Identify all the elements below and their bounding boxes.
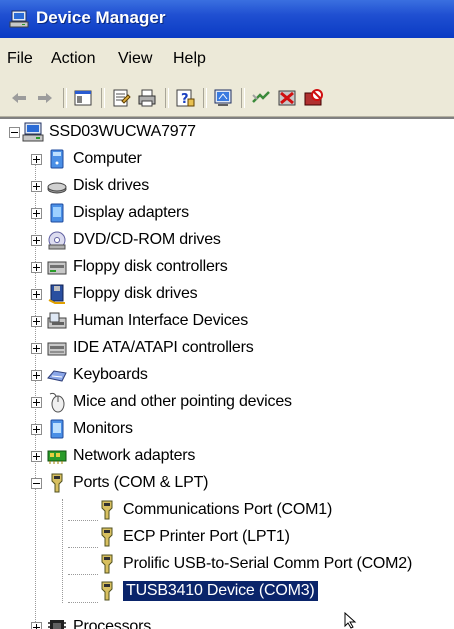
tree-item-label: Keyboards xyxy=(73,366,148,383)
tree-item-port[interactable]: ECP Printer Port (LPT1) xyxy=(96,524,290,550)
tree-item-label: Display adapters xyxy=(73,204,189,221)
network-adapter-icon xyxy=(47,450,67,464)
tree-item-category[interactable]: Ports (COM & LPT) xyxy=(46,470,208,496)
tree-item-port[interactable]: Communications Port (COM1) xyxy=(96,497,332,523)
tree-root[interactable]: SSD03WUCWA7977 xyxy=(22,119,196,145)
tree-item-label: Communications Port (COM1) xyxy=(123,501,333,518)
tree-item-category[interactable]: Floppy disk controllers xyxy=(46,254,228,280)
tree-item-category[interactable]: Mice and other pointing devices xyxy=(46,389,292,415)
tree-item-label: Processors xyxy=(73,618,152,629)
tree-item-label: Monitors xyxy=(73,420,133,437)
port-icon xyxy=(101,554,113,574)
tree-item-category[interactable]: Display adapters xyxy=(46,200,189,226)
monitor-icon xyxy=(50,419,64,439)
expand-category-toggle[interactable] xyxy=(31,316,42,327)
floppy-controller-icon xyxy=(47,261,67,275)
disable-icon[interactable] xyxy=(302,87,324,109)
device-manager-icon xyxy=(9,10,29,28)
title-bar[interactable]: Device Manager xyxy=(0,0,454,38)
ide-controller-icon xyxy=(47,342,67,356)
display-adapter-icon xyxy=(50,203,64,223)
tree-item-label: Mice and other pointing devices xyxy=(73,393,292,410)
collapse-root-toggle[interactable] xyxy=(9,127,20,138)
expand-category-toggle[interactable] xyxy=(31,397,42,408)
mouse-cursor-icon xyxy=(344,612,357,629)
tree-root-label: SSD03WUCWA7977 xyxy=(49,123,196,140)
hid-icon xyxy=(47,312,67,329)
expand-category-toggle[interactable] xyxy=(31,289,42,300)
computer-root-icon xyxy=(22,122,44,142)
console-tree-icon[interactable] xyxy=(72,87,94,109)
svg-text:?: ? xyxy=(181,92,189,107)
properties-icon[interactable] xyxy=(110,87,132,109)
tree-item-label: DVD/CD-ROM drives xyxy=(73,231,221,248)
menu-view[interactable]: View xyxy=(118,50,152,68)
tree-item-processors[interactable]: Processors xyxy=(46,614,151,629)
device-tree[interactable]: SSD03WUCWA7977 Computer Disk drives Displa… xyxy=(0,117,454,629)
expand-processors-toggle[interactable] xyxy=(31,622,42,629)
tree-item-label: TUSB3410 Device (COM3) xyxy=(122,580,319,602)
dvd-drive-icon xyxy=(48,231,66,250)
uninstall-icon[interactable] xyxy=(276,87,298,109)
menu-file[interactable]: File xyxy=(7,50,33,68)
tree-item-label: ECP Printer Port (LPT1) xyxy=(123,528,290,545)
port-icon xyxy=(101,581,113,601)
tree-item-category[interactable]: Floppy disk drives xyxy=(46,281,198,307)
tree-item-category[interactable]: Computer xyxy=(46,146,142,172)
tree-item-label: Floppy disk controllers xyxy=(73,258,228,275)
tree-item-label: Human Interface Devices xyxy=(73,312,249,329)
expand-category-toggle[interactable] xyxy=(31,424,42,435)
port-icon xyxy=(101,527,113,547)
scan-hardware-icon[interactable] xyxy=(212,87,234,109)
port-icon xyxy=(51,473,63,493)
port-icon xyxy=(101,500,113,520)
tree-item-label: Prolific USB-to-Serial Comm Port (COM2) xyxy=(123,555,413,572)
help-icon[interactable]: ? xyxy=(174,87,196,109)
tree-item-label: Ports (COM & LPT) xyxy=(73,474,209,491)
tree-item-label: IDE ATA/ATAPI controllers xyxy=(73,339,254,356)
window-title: Device Manager xyxy=(36,8,166,27)
tree-item-category[interactable]: Keyboards xyxy=(46,362,148,388)
tree-item-label: Floppy disk drives xyxy=(73,285,198,302)
tree-item-category[interactable]: IDE ATA/ATAPI controllers xyxy=(46,335,254,361)
keyboard-icon xyxy=(47,370,67,382)
tree-item-category[interactable]: Monitors xyxy=(46,416,133,442)
tree-item-port[interactable]: Prolific USB-to-Serial Comm Port (COM2) xyxy=(96,551,412,577)
processor-icon xyxy=(48,620,66,629)
tree-item-category[interactable]: DVD/CD-ROM drives xyxy=(46,227,221,253)
update-driver-icon[interactable] xyxy=(250,87,272,109)
menu-help[interactable]: Help xyxy=(173,50,206,68)
expand-category-toggle[interactable] xyxy=(31,451,42,462)
device-manager-window: Device Manager File Action View Help ? S… xyxy=(0,0,454,629)
expand-category-toggle[interactable] xyxy=(31,208,42,219)
expand-category-toggle[interactable] xyxy=(31,235,42,246)
toolbar: ? xyxy=(0,80,454,117)
expand-category-toggle[interactable] xyxy=(31,343,42,354)
tree-item-category[interactable]: Network adapters xyxy=(46,443,195,469)
expand-category-toggle[interactable] xyxy=(31,370,42,381)
computer-icon xyxy=(50,149,64,169)
menu-action[interactable]: Action xyxy=(51,50,95,68)
tree-item-category[interactable]: Human Interface Devices xyxy=(46,308,248,334)
forward-arrow-icon[interactable] xyxy=(34,87,56,109)
mouse-icon xyxy=(49,392,65,413)
print-icon[interactable] xyxy=(136,87,158,109)
expand-category-toggle[interactable] xyxy=(31,181,42,192)
tree-item-label: Computer xyxy=(73,150,142,167)
tree-item-label: Network adapters xyxy=(73,447,196,464)
tree-item-label: Disk drives xyxy=(73,177,150,194)
expand-category-toggle[interactable] xyxy=(31,154,42,165)
floppy-drive-icon xyxy=(48,284,65,304)
back-arrow-icon[interactable] xyxy=(8,87,30,109)
menu-bar: File Action View Help xyxy=(0,38,454,81)
expand-category-toggle[interactable] xyxy=(31,262,42,273)
tree-item-category[interactable]: Disk drives xyxy=(46,173,149,199)
disk-drive-icon xyxy=(47,182,67,194)
collapse-category-toggle[interactable] xyxy=(31,478,42,489)
tree-item-port-selected[interactable]: TUSB3410 Device (COM3) xyxy=(96,578,319,604)
